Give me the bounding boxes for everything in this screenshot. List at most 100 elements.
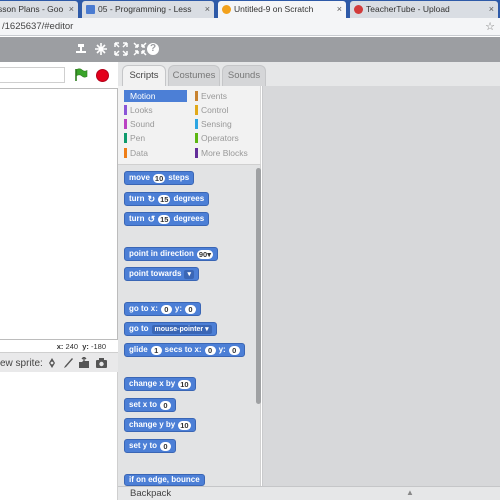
y-label: y: xyxy=(82,342,89,351)
close-tab-icon[interactable]: × xyxy=(69,1,74,18)
block-text: turn xyxy=(129,214,145,223)
go-to-xy-block[interactable]: go to x: 0 y: 0 xyxy=(124,302,202,316)
set-x-block[interactable]: set x to 0 xyxy=(124,398,177,412)
block-text: set x to xyxy=(129,400,158,409)
camera-sprite-icon[interactable] xyxy=(95,357,108,372)
help-icon[interactable]: ? xyxy=(147,43,159,55)
turn-counterclockwise-icon: ↺ xyxy=(147,214,156,224)
new-sprite-bar: ew sprite: xyxy=(0,352,118,372)
category-more-blocks[interactable]: More Blocks xyxy=(195,147,248,159)
block-text: change x by xyxy=(129,379,176,388)
teachertube-favicon-icon xyxy=(354,5,363,14)
choose-sprite-from-library-icon[interactable] xyxy=(46,357,58,372)
go-to-block[interactable]: go to mouse-pointer ▾ xyxy=(124,322,217,336)
browser-tab-lesson-plans[interactable]: sson Plans - Goo × xyxy=(0,1,78,18)
category-events[interactable]: Events xyxy=(195,90,227,102)
block-categories: Motion Looks Sound Pen Data Events Contr… xyxy=(118,86,261,164)
block-text: y: xyxy=(174,304,183,313)
move-steps-block[interactable]: move 10 steps xyxy=(124,171,195,185)
stage-header xyxy=(0,62,118,88)
tab-scripts[interactable]: Scripts xyxy=(122,65,166,86)
scratch-editor-window: sson Plans - Goo × 05 - Programming - Le… xyxy=(0,0,500,500)
point-towards-block[interactable]: point towards ▾ xyxy=(124,267,199,281)
browser-tab-programming[interactable]: 05 - Programming - Less × xyxy=(82,1,214,18)
palette-scrollbar[interactable] xyxy=(256,168,261,404)
bookmark-star-icon[interactable]: ☆ xyxy=(485,20,495,33)
block-number-input[interactable]: 10 xyxy=(178,379,191,389)
grow-icon[interactable] xyxy=(114,42,128,56)
block-text: move xyxy=(129,173,150,182)
green-flag-icon[interactable] xyxy=(74,68,88,82)
block-text: turn xyxy=(129,194,145,203)
backpack-toggle-icon[interactable]: ▲ xyxy=(406,488,414,497)
block-number-input[interactable]: 15 xyxy=(158,214,171,224)
x-label: x: xyxy=(56,342,64,351)
go-to-target-dropdown[interactable]: mouse-pointer ▾ xyxy=(151,324,212,334)
category-control[interactable]: Control xyxy=(195,104,228,116)
tab-costumes[interactable]: Costumes xyxy=(168,65,220,86)
backpack-label: Backpack xyxy=(130,488,172,499)
close-tab-icon[interactable]: × xyxy=(337,1,342,18)
tab-label: TeacherTube - Upload xyxy=(366,4,450,14)
duplicate-icon[interactable] xyxy=(74,42,88,56)
block-text: steps xyxy=(168,173,190,182)
block-text: go to xyxy=(129,324,149,333)
x-input[interactable]: 0 xyxy=(160,304,172,314)
cut-icon[interactable] xyxy=(94,42,108,56)
change-y-block[interactable]: change y by 10 xyxy=(124,418,196,432)
new-sprite-label: ew sprite: xyxy=(0,358,43,369)
category-looks[interactable]: Looks xyxy=(124,104,153,116)
block-text: go to x: xyxy=(129,304,158,313)
y-input[interactable]: 0 xyxy=(228,345,240,355)
stage-mouse-coordinates: x: 240 y: -180 xyxy=(0,340,118,352)
address-bar: /1625637/#editor ☆ xyxy=(0,18,500,36)
browser-tab-scratch[interactable]: Untitled-9 on Scratch × xyxy=(218,1,346,18)
category-motion[interactable]: Motion xyxy=(124,90,187,102)
category-data[interactable]: Data xyxy=(124,147,148,159)
paint-new-sprite-icon[interactable] xyxy=(62,357,74,372)
category-operators[interactable]: Operators xyxy=(195,132,239,144)
block-number-input[interactable]: 0 xyxy=(160,400,172,410)
block-text: change y by xyxy=(129,420,176,429)
change-x-block[interactable]: change x by 10 xyxy=(124,377,196,391)
y-value: -180 xyxy=(90,342,106,351)
turn-right-block[interactable]: turn ↻ 15 degrees xyxy=(124,192,210,206)
if-on-edge-bounce-block[interactable]: if on edge, bounce xyxy=(124,474,205,486)
glide-block[interactable]: glide 1 secs to x: 0 y: 0 xyxy=(124,343,245,357)
close-tab-icon[interactable]: × xyxy=(489,1,494,18)
stop-sign-icon[interactable] xyxy=(96,69,109,82)
category-pen[interactable]: Pen xyxy=(124,132,145,144)
scripts-area[interactable] xyxy=(262,86,500,486)
turn-left-block[interactable]: turn ↺ 15 degrees xyxy=(124,212,210,226)
url-field[interactable]: /1625637/#editor xyxy=(2,21,73,32)
scratch-menubar: ? xyxy=(0,37,500,62)
upload-sprite-icon[interactable] xyxy=(78,356,90,372)
project-title-field[interactable] xyxy=(0,67,65,83)
x-input[interactable]: 0 xyxy=(204,345,216,355)
coordinate-readout: x: 240 y: -180 xyxy=(57,342,106,351)
category-sensing[interactable]: Sensing xyxy=(195,118,232,130)
stage-canvas[interactable] xyxy=(0,88,118,340)
tab-sounds[interactable]: Sounds xyxy=(222,65,266,86)
backpack-bar[interactable]: Backpack ▲ xyxy=(118,486,500,500)
direction-dropdown[interactable]: 90▾ xyxy=(196,249,213,259)
block-number-input[interactable]: 0 xyxy=(160,441,172,451)
browser-tab-teachertube[interactable]: TeacherTube - Upload × xyxy=(350,1,498,18)
close-tab-icon[interactable]: × xyxy=(205,1,210,18)
block-number-input[interactable]: 10 xyxy=(178,420,191,430)
secs-input[interactable]: 1 xyxy=(150,345,162,355)
category-sound[interactable]: Sound xyxy=(124,118,155,130)
set-y-block[interactable]: set y to 0 xyxy=(124,439,177,453)
scratch-favicon-icon xyxy=(222,5,231,14)
sprite-list-area xyxy=(0,372,118,500)
editor-tabs: Scripts Costumes Sounds xyxy=(118,62,500,86)
block-number-input[interactable]: 10 xyxy=(152,173,166,183)
point-in-direction-block[interactable]: point in direction 90▾ xyxy=(124,247,218,261)
turn-clockwise-icon: ↻ xyxy=(147,194,156,204)
y-input[interactable]: 0 xyxy=(185,304,197,314)
block-text: glide xyxy=(129,345,148,354)
block-number-input[interactable]: 15 xyxy=(158,194,171,204)
shrink-icon[interactable] xyxy=(133,42,147,56)
point-towards-dropdown[interactable]: ▾ xyxy=(184,269,194,279)
block-text: point towards xyxy=(129,269,182,278)
